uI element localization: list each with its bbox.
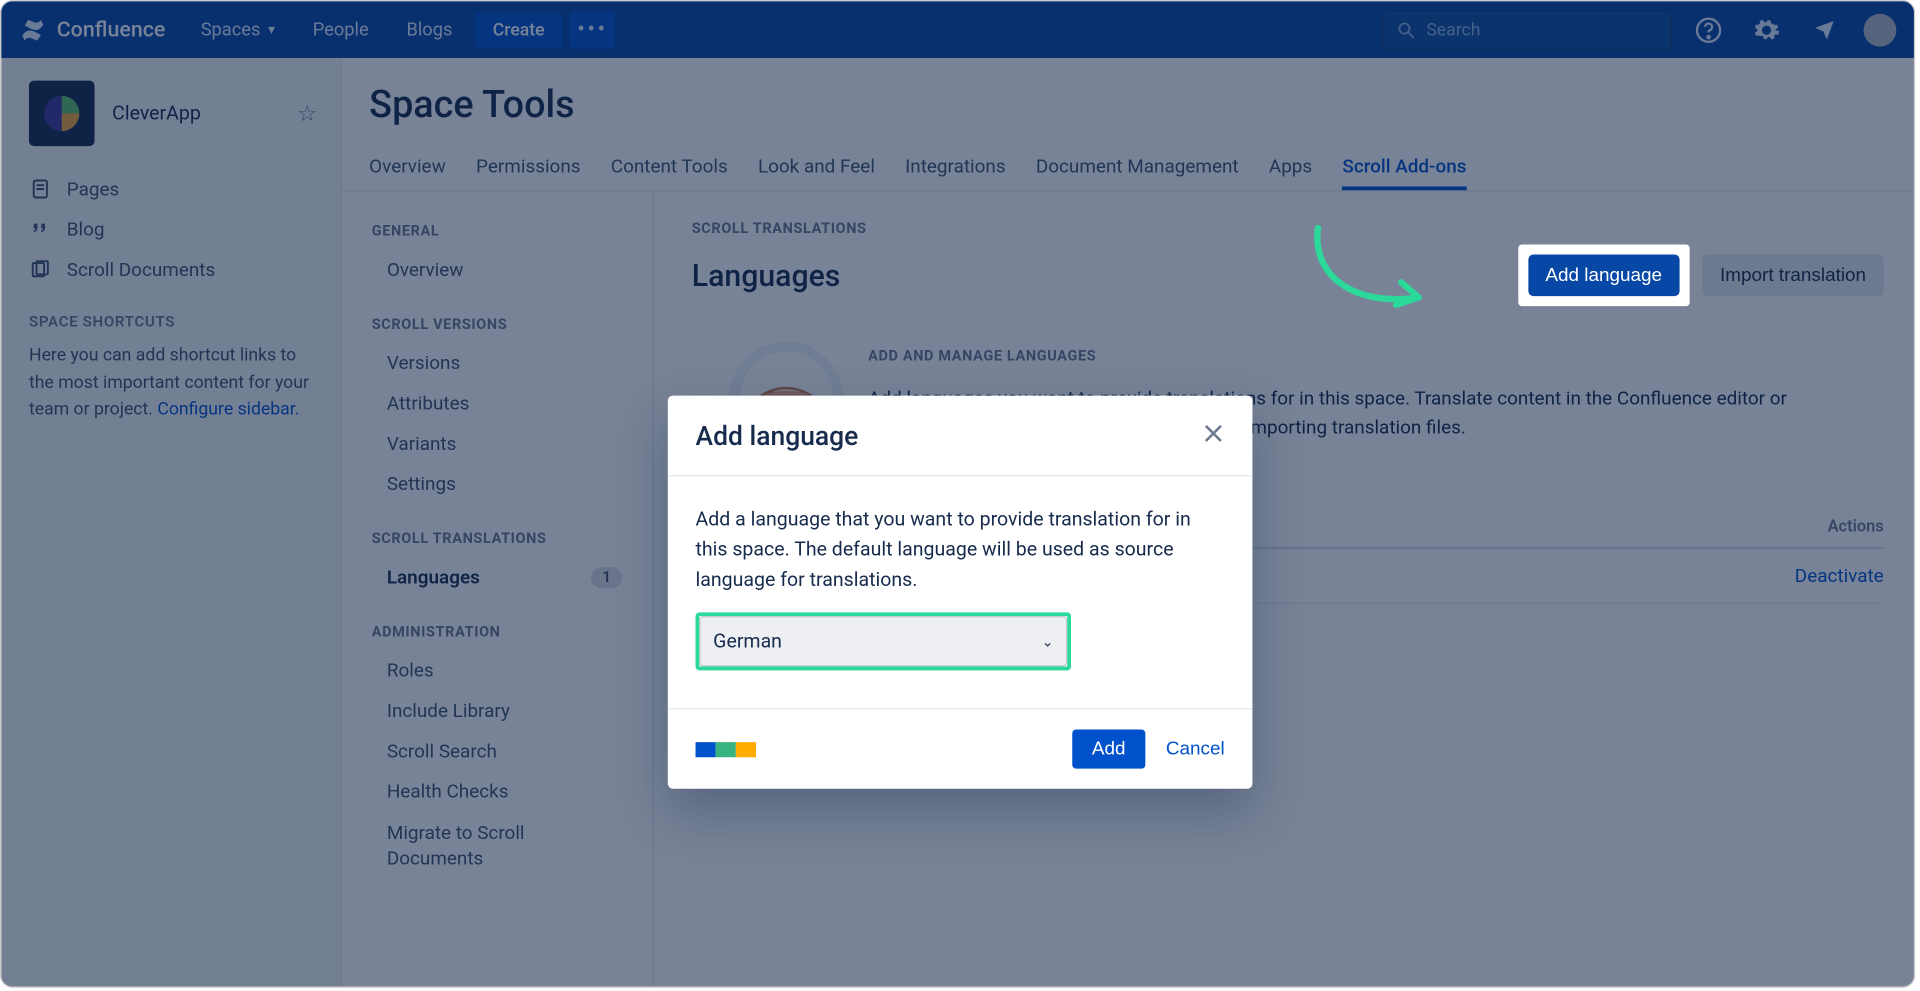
settings-include-library[interactable]: Include Library	[341, 690, 652, 730]
nav-spaces-label: Spaces	[201, 19, 261, 40]
language-selected-value: German	[713, 626, 782, 656]
search-input[interactable]: Search	[1382, 9, 1672, 49]
settings-scroll-search[interactable]: Scroll Search	[341, 731, 652, 771]
page-icon	[29, 178, 52, 201]
sidebar-blog-label: Blog	[67, 218, 105, 241]
sidebar: CleverApp ☆ Pages Blog Scroll Documents …	[1, 58, 341, 987]
sidebar-item-scroll-documents[interactable]: Scroll Documents	[1, 249, 340, 289]
nav-blogs[interactable]: Blogs	[391, 11, 467, 48]
documents-icon	[29, 258, 52, 281]
space-logo-icon	[42, 93, 82, 133]
space-logo[interactable]	[29, 81, 95, 147]
user-avatar[interactable]	[1864, 13, 1897, 46]
settings-sidebar: GENERAL Overview SCROLL VERSIONS Version…	[341, 192, 653, 987]
nav-people-label: People	[313, 19, 369, 40]
import-translation-button[interactable]: Import translation	[1702, 255, 1883, 297]
info-heading: ADD AND MANAGE LANGUAGES	[868, 347, 1826, 365]
settings-attributes[interactable]: Attributes	[341, 383, 652, 423]
tab-look-and-feel[interactable]: Look and Feel	[758, 145, 875, 190]
create-button[interactable]: Create	[475, 12, 562, 47]
settings-versions[interactable]: Versions	[341, 343, 652, 383]
group-general-head: GENERAL	[341, 219, 652, 249]
group-admin-head: ADMINISTRATION	[341, 620, 652, 650]
quote-icon	[29, 218, 52, 241]
modal-add-button[interactable]: Add	[1072, 730, 1146, 769]
group-translations-head: SCROLL TRANSLATIONS	[341, 527, 652, 557]
modal-title: Add language	[696, 421, 1203, 451]
content-crumb: SCROLL TRANSLATIONS	[692, 219, 1884, 237]
tab-document-management[interactable]: Document Management	[1036, 145, 1239, 190]
settings-migrate[interactable]: Migrate to Scroll Documents	[341, 811, 652, 880]
chevron-down-icon: ⌄	[1042, 631, 1054, 652]
brand-label: Confluence	[57, 17, 166, 42]
sidebar-shortcuts-note: Here you can add shortcut links to the m…	[1, 338, 340, 425]
group-versions-head: SCROLL VERSIONS	[341, 312, 652, 342]
notifications-icon[interactable]	[1803, 8, 1846, 51]
settings-roles[interactable]: Roles	[341, 650, 652, 690]
vendor-logo	[696, 742, 756, 757]
create-label: Create	[493, 20, 545, 40]
settings-settings[interactable]: Settings	[341, 464, 652, 504]
sidebar-pages-label: Pages	[67, 178, 120, 201]
tab-overview[interactable]: Overview	[369, 145, 446, 190]
modal-cancel-button[interactable]: Cancel	[1166, 738, 1225, 759]
sidebar-item-blog[interactable]: Blog	[1, 209, 340, 249]
add-language-button[interactable]: Add language	[1528, 255, 1680, 297]
page-title: Space Tools	[341, 83, 1913, 145]
modal-close-button[interactable]	[1202, 421, 1225, 453]
language-select[interactable]: German ⌄	[699, 616, 1067, 666]
sidebar-scroll-docs-label: Scroll Documents	[67, 258, 215, 281]
tab-content-tools[interactable]: Content Tools	[611, 145, 728, 190]
sidebar-shortcuts-heading: SPACE SHORTCUTS	[1, 290, 340, 338]
help-icon[interactable]	[1687, 8, 1730, 51]
add-language-modal: Add language Add a language that you wan…	[668, 396, 1253, 789]
confluence-icon	[19, 16, 47, 44]
tab-apps[interactable]: Apps	[1269, 145, 1312, 190]
search-placeholder: Search	[1426, 20, 1480, 40]
deactivate-link[interactable]: Deactivate	[1795, 564, 1884, 587]
tab-integrations[interactable]: Integrations	[905, 145, 1005, 190]
settings-variants[interactable]: Variants	[341, 423, 652, 463]
space-header: CleverApp ☆	[1, 81, 340, 169]
nav-spaces[interactable]: Spaces ▾	[186, 11, 291, 48]
star-icon[interactable]: ☆	[297, 100, 317, 126]
settings-languages-label: Languages	[387, 566, 480, 589]
chevron-down-icon: ▾	[268, 21, 275, 37]
language-select-highlight: German ⌄	[696, 612, 1071, 670]
settings-languages[interactable]: Languages 1	[341, 557, 652, 597]
languages-count-badge: 1	[591, 566, 623, 587]
tab-scroll-addons[interactable]: Scroll Add-ons	[1342, 145, 1466, 190]
tabs: Overview Permissions Content Tools Look …	[341, 145, 1913, 192]
search-icon	[1396, 20, 1416, 40]
tab-permissions[interactable]: Permissions	[476, 145, 580, 190]
settings-overview[interactable]: Overview	[341, 249, 652, 289]
nav-blogs-label: Blogs	[406, 19, 452, 40]
modal-body-text: Add a language that you want to provide …	[696, 504, 1225, 595]
close-icon	[1202, 422, 1225, 445]
settings-health-checks[interactable]: Health Checks	[341, 771, 652, 811]
nav-people[interactable]: People	[298, 11, 384, 48]
top-nav: Confluence Spaces ▾ People Blogs Create …	[1, 1, 1914, 58]
col-actions-header: Actions	[1745, 518, 1884, 537]
sidebar-item-pages[interactable]: Pages	[1, 169, 340, 209]
settings-gear-icon[interactable]	[1745, 8, 1788, 51]
configure-sidebar-link[interactable]: Configure sidebar.	[157, 400, 299, 420]
space-name[interactable]: CleverApp	[112, 102, 279, 125]
more-menu-button[interactable]: •••	[570, 11, 615, 49]
brand[interactable]: Confluence	[19, 16, 166, 44]
annotation-arrow	[1299, 222, 1438, 335]
add-language-highlight: Add language	[1518, 244, 1690, 306]
